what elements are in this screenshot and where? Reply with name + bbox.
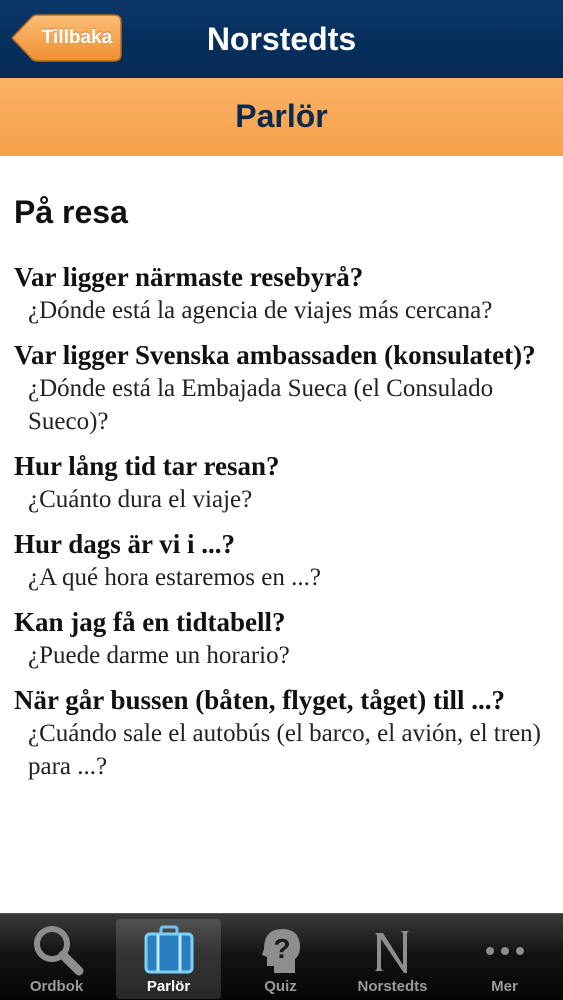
tab-label: Parlör (146, 978, 191, 995)
phrase-swedish: När går bussen (båten, flyget, tåget) ti… (14, 685, 505, 715)
phrase-swedish: Kan jag få en tidtabell? (14, 607, 286, 637)
tab-label: Mer (491, 978, 518, 995)
phrase-item: När går bussen (båten, flyget, tåget) ti… (0, 683, 563, 783)
tab-parlor[interactable]: Parlör (116, 919, 221, 999)
svg-text:?: ? (273, 933, 290, 964)
phrase-list: Var ligger närmaste resebyrå? ¿Dónde est… (0, 260, 563, 794)
question-head-icon: ? (262, 929, 300, 973)
app-title: Norstedts (206, 21, 357, 57)
phrase-spanish: ¿Cuánto dura el viaje? (28, 486, 253, 513)
more-dots-icon (486, 947, 524, 955)
tab-label: Quiz (264, 978, 297, 995)
phrase-spanish: ¿Dónde está la agencia de viajes más cer… (28, 297, 493, 324)
norstedts-n-logo-icon (374, 931, 410, 973)
phrase-content[interactable]: På resa Var ligger närmaste resebyrå? ¿D… (0, 156, 563, 913)
phrase-spanish: ¿Puede darme un horario? (28, 642, 290, 669)
phrase-item: Var ligger Svenska ambassaden (konsulate… (0, 338, 563, 438)
phrase-item: Var ligger närmaste resebyrå? ¿Dónde est… (0, 260, 563, 327)
magnifier-icon (34, 926, 84, 976)
phrase-item: Hur lång tid tar resan? ¿Cuánto dura el … (0, 449, 563, 516)
phrase-swedish: Var ligger Svenska ambassaden (konsulate… (14, 340, 536, 370)
navigation-bar: Tillbaka Norstedts (0, 0, 563, 78)
tab-label: Norstedts (357, 978, 428, 995)
tab-mer[interactable]: Mer (452, 919, 557, 999)
section-header-bar: Parlör (0, 78, 563, 156)
tab-quiz[interactable]: ? Quiz (228, 919, 333, 999)
page-heading: På resa (14, 194, 128, 230)
section-title: Parlör (235, 98, 328, 134)
phrase-swedish: Hur dags är vi i ...? (14, 529, 236, 559)
tab-label: Ordbok (29, 978, 84, 995)
tab-norstedts[interactable]: Norstedts (340, 919, 445, 999)
tab-bar: Ordbok Parlör ? Quiz Norstedts Mer (0, 913, 563, 1000)
phrase-item: Kan jag få en tidtabell? ¿Puede darme un… (0, 605, 563, 672)
phrase-item: Hur dags är vi i ...? ¿A qué hora estare… (0, 527, 563, 594)
tab-ordbok[interactable]: Ordbok (4, 919, 109, 999)
phrase-spanish: ¿A qué hora estaremos en ...? (28, 564, 321, 591)
phrase-swedish: Var ligger närmaste resebyrå? (14, 262, 364, 292)
phrase-spanish: ¿Dónde está la Embajada Sueca (el Consul… (28, 375, 494, 435)
suitcase-icon (144, 925, 194, 974)
phrase-swedish: Hur lång tid tar resan? (14, 451, 280, 481)
back-button-label: Tillbaka (41, 27, 113, 48)
phrase-spanish: ¿Cuándo sale el autobús (el barco, el av… (28, 720, 542, 780)
back-button[interactable]: Tillbaka (10, 14, 122, 62)
